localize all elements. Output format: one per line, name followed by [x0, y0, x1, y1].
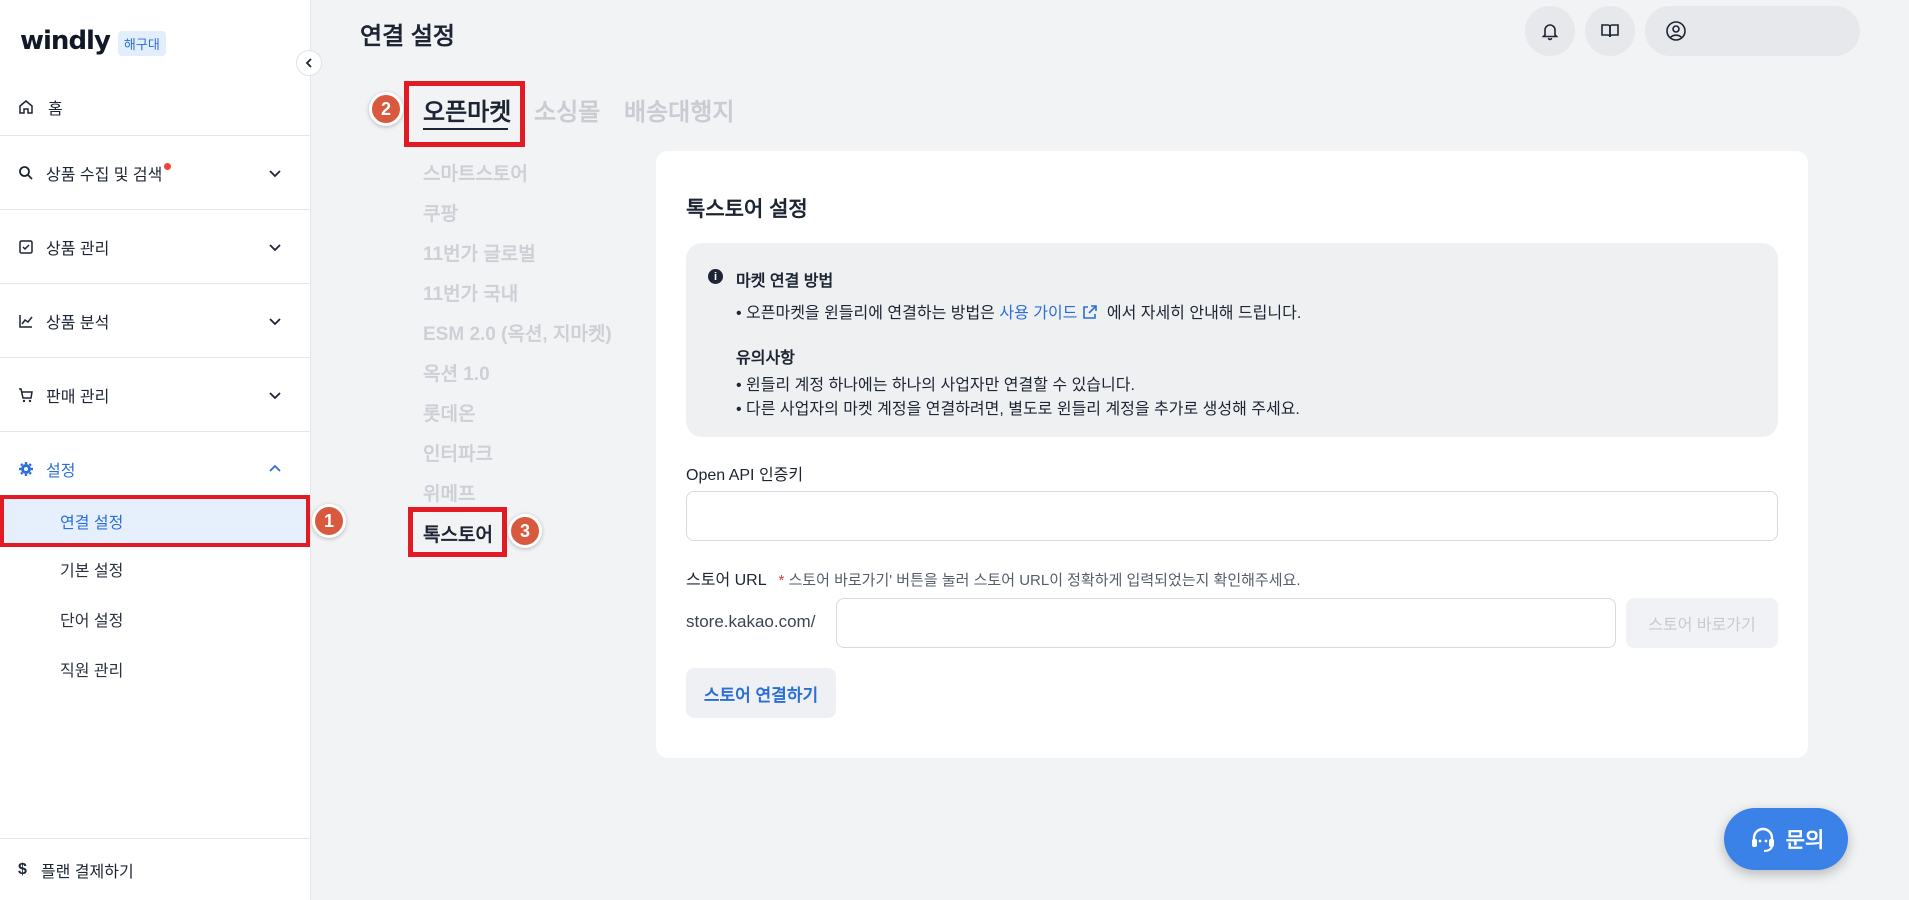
market-item-lotteon[interactable]: 롯데온	[423, 399, 475, 426]
annotation-marker-3: 3	[508, 514, 542, 548]
notice-heading: 유의사항	[736, 350, 795, 367]
sidebar-collapse-button[interactable]	[296, 50, 322, 76]
api-key-label: Open API 인증키	[686, 467, 804, 484]
logo-badge: 해구대	[117, 30, 166, 56]
logo[interactable]: windly	[20, 26, 111, 56]
notice-line-1: • 윈들리 계정 하나에는 하나의 사업자만 연결할 수 있습니다.	[736, 377, 1135, 394]
sidebar-item-label: 홈	[48, 100, 63, 118]
store-url-hint-text: 스토어 바로가기' 버튼을 눌러 스토어 URL이 정확하게 입력되었는지 확인…	[788, 572, 1301, 589]
market-item-11st-domestic[interactable]: 11번가 국내	[423, 279, 518, 306]
tab-sourcing-mall[interactable]: 소싱몰	[534, 92, 600, 127]
dollar-icon: $	[18, 860, 27, 878]
sidebar-item-home[interactable]: 홈	[0, 78, 310, 136]
chevron-left-icon	[305, 58, 312, 68]
info-guide-pre: • 오픈마켓을 윈들리에 연결하는 방법은	[736, 305, 995, 322]
market-item-auction[interactable]: 옥션 1.0	[423, 359, 490, 386]
contact-button[interactable]: 문의	[1724, 808, 1848, 870]
required-star: *	[778, 572, 785, 589]
notice-line-2: • 다른 사업자의 마켓 계정을 연결하려면, 별도로 윈들리 계정을 추가로 …	[736, 401, 1300, 418]
store-url-input[interactable]	[836, 598, 1616, 648]
info-guide-line: • 오픈마켓을 윈들리에 연결하는 방법은 사용 가이드 에서 자세히 안내해 …	[736, 299, 1301, 323]
info-guide-post: 에서 자세히 안내해 드립니다.	[1106, 305, 1302, 322]
sidebar-item-plan-payment[interactable]: $ 플랜 결제하기	[0, 838, 310, 900]
user-icon	[1666, 21, 1686, 41]
home-icon	[19, 99, 33, 114]
chevron-down-icon	[269, 243, 281, 251]
chart-line-icon	[19, 314, 33, 328]
notification-dot	[164, 163, 172, 170]
sidebar-item-product-analysis[interactable]: 상품 분석	[0, 284, 310, 358]
cart-icon	[19, 387, 33, 402]
market-item-esm[interactable]: ESM 2.0 (옥션, 지마켓)	[423, 319, 612, 346]
sidebar-item-staff-manage[interactable]: 직원 관리	[0, 645, 310, 693]
info-icon: i	[708, 269, 723, 284]
guide-button[interactable]	[1585, 6, 1635, 56]
user-guide-link-text: 사용 가이드	[999, 305, 1078, 322]
sidebar-item-label: 상품 수집 및 검색	[46, 166, 163, 184]
profile-menu[interactable]	[1645, 6, 1860, 56]
sidebar-item-product-collect[interactable]: 상품 수집 및 검색	[0, 136, 310, 210]
sidebar-item-sales-manage[interactable]: 판매 관리	[0, 358, 310, 432]
page-title: 연결 설정	[360, 23, 455, 50]
connect-store-button[interactable]: 스토어 연결하기	[686, 668, 836, 718]
market-item-wemakeprice[interactable]: 위메프	[423, 479, 475, 506]
sidebar-item-basic-settings[interactable]: 기본 설정	[0, 545, 310, 593]
sidebar-item-connection-settings[interactable]: 연결 설정	[0, 495, 310, 547]
info-heading: 마켓 연결 방법	[736, 273, 834, 290]
gear-icon	[19, 462, 33, 476]
market-item-interpark[interactable]: 인터파크	[423, 439, 493, 466]
headset-icon	[1751, 827, 1774, 852]
chevron-down-icon	[269, 391, 281, 399]
sidebar-item-label: 상품 관리	[46, 240, 110, 258]
sidebar-item-label: 설정	[46, 463, 76, 480]
store-url-label: 스토어 URL	[686, 572, 767, 589]
store-url-hint: * 스토어 바로가기' 버튼을 눌러 스토어 URL이 정확하게 입력되었는지 …	[778, 572, 1300, 589]
highlight-box-market	[408, 507, 507, 557]
goto-store-button[interactable]: 스토어 바로가기	[1626, 598, 1778, 648]
store-url-label-row: 스토어 URL * 스토어 바로가기' 버튼을 눌러 스토어 URL이 정확하게…	[686, 566, 1300, 590]
market-item-smartstore[interactable]: 스마트스토어	[423, 159, 528, 186]
checklist-icon	[19, 239, 33, 254]
market-item-coupang[interactable]: 쿠팡	[423, 199, 458, 226]
sidebar-item-product-manage[interactable]: 상품 관리	[0, 210, 310, 284]
bell-icon	[1541, 24, 1559, 41]
external-link-icon	[1083, 305, 1098, 319]
user-guide-link[interactable]: 사용 가이드	[999, 305, 1102, 322]
brand[interactable]: windly 해구대	[20, 26, 166, 56]
chevron-up-icon	[269, 464, 281, 472]
sidebar: windly 해구대 홈 상품 수집 및 검색 상품 관리 상품 분석 판매 관…	[0, 0, 311, 900]
book-icon	[1601, 24, 1619, 38]
sidebar-item-label: 상품 분석	[46, 314, 110, 332]
card-title: 톡스토어 설정	[686, 198, 808, 221]
chevron-down-icon	[269, 169, 281, 177]
annotation-marker-2: 2	[369, 92, 403, 126]
store-url-prefix: store.kakao.com/	[686, 612, 816, 631]
highlight-box-tab	[404, 81, 525, 147]
sidebar-item-label: 판매 관리	[46, 388, 110, 406]
notifications-button[interactable]	[1525, 6, 1575, 56]
sidebar-item-label: 플랜 결제하기	[40, 863, 134, 881]
api-key-input[interactable]	[686, 491, 1778, 541]
chevron-down-icon	[269, 317, 281, 325]
contact-label: 문의	[1785, 829, 1825, 852]
search-icon	[19, 165, 33, 180]
settings-card: 톡스토어 설정 i 마켓 연결 방법 • 오픈마켓을 윈들리에 연결하는 방법은…	[656, 151, 1808, 758]
annotation-marker-1: 1	[312, 504, 346, 538]
sidebar-item-word-settings[interactable]: 단어 설정	[0, 595, 310, 643]
market-item-11st-global[interactable]: 11번가 글로벌	[423, 239, 536, 266]
tab-shipping-agent[interactable]: 배송대행지	[624, 92, 734, 127]
info-box: i 마켓 연결 방법 • 오픈마켓을 윈들리에 연결하는 방법은 사용 가이드 …	[686, 243, 1778, 437]
